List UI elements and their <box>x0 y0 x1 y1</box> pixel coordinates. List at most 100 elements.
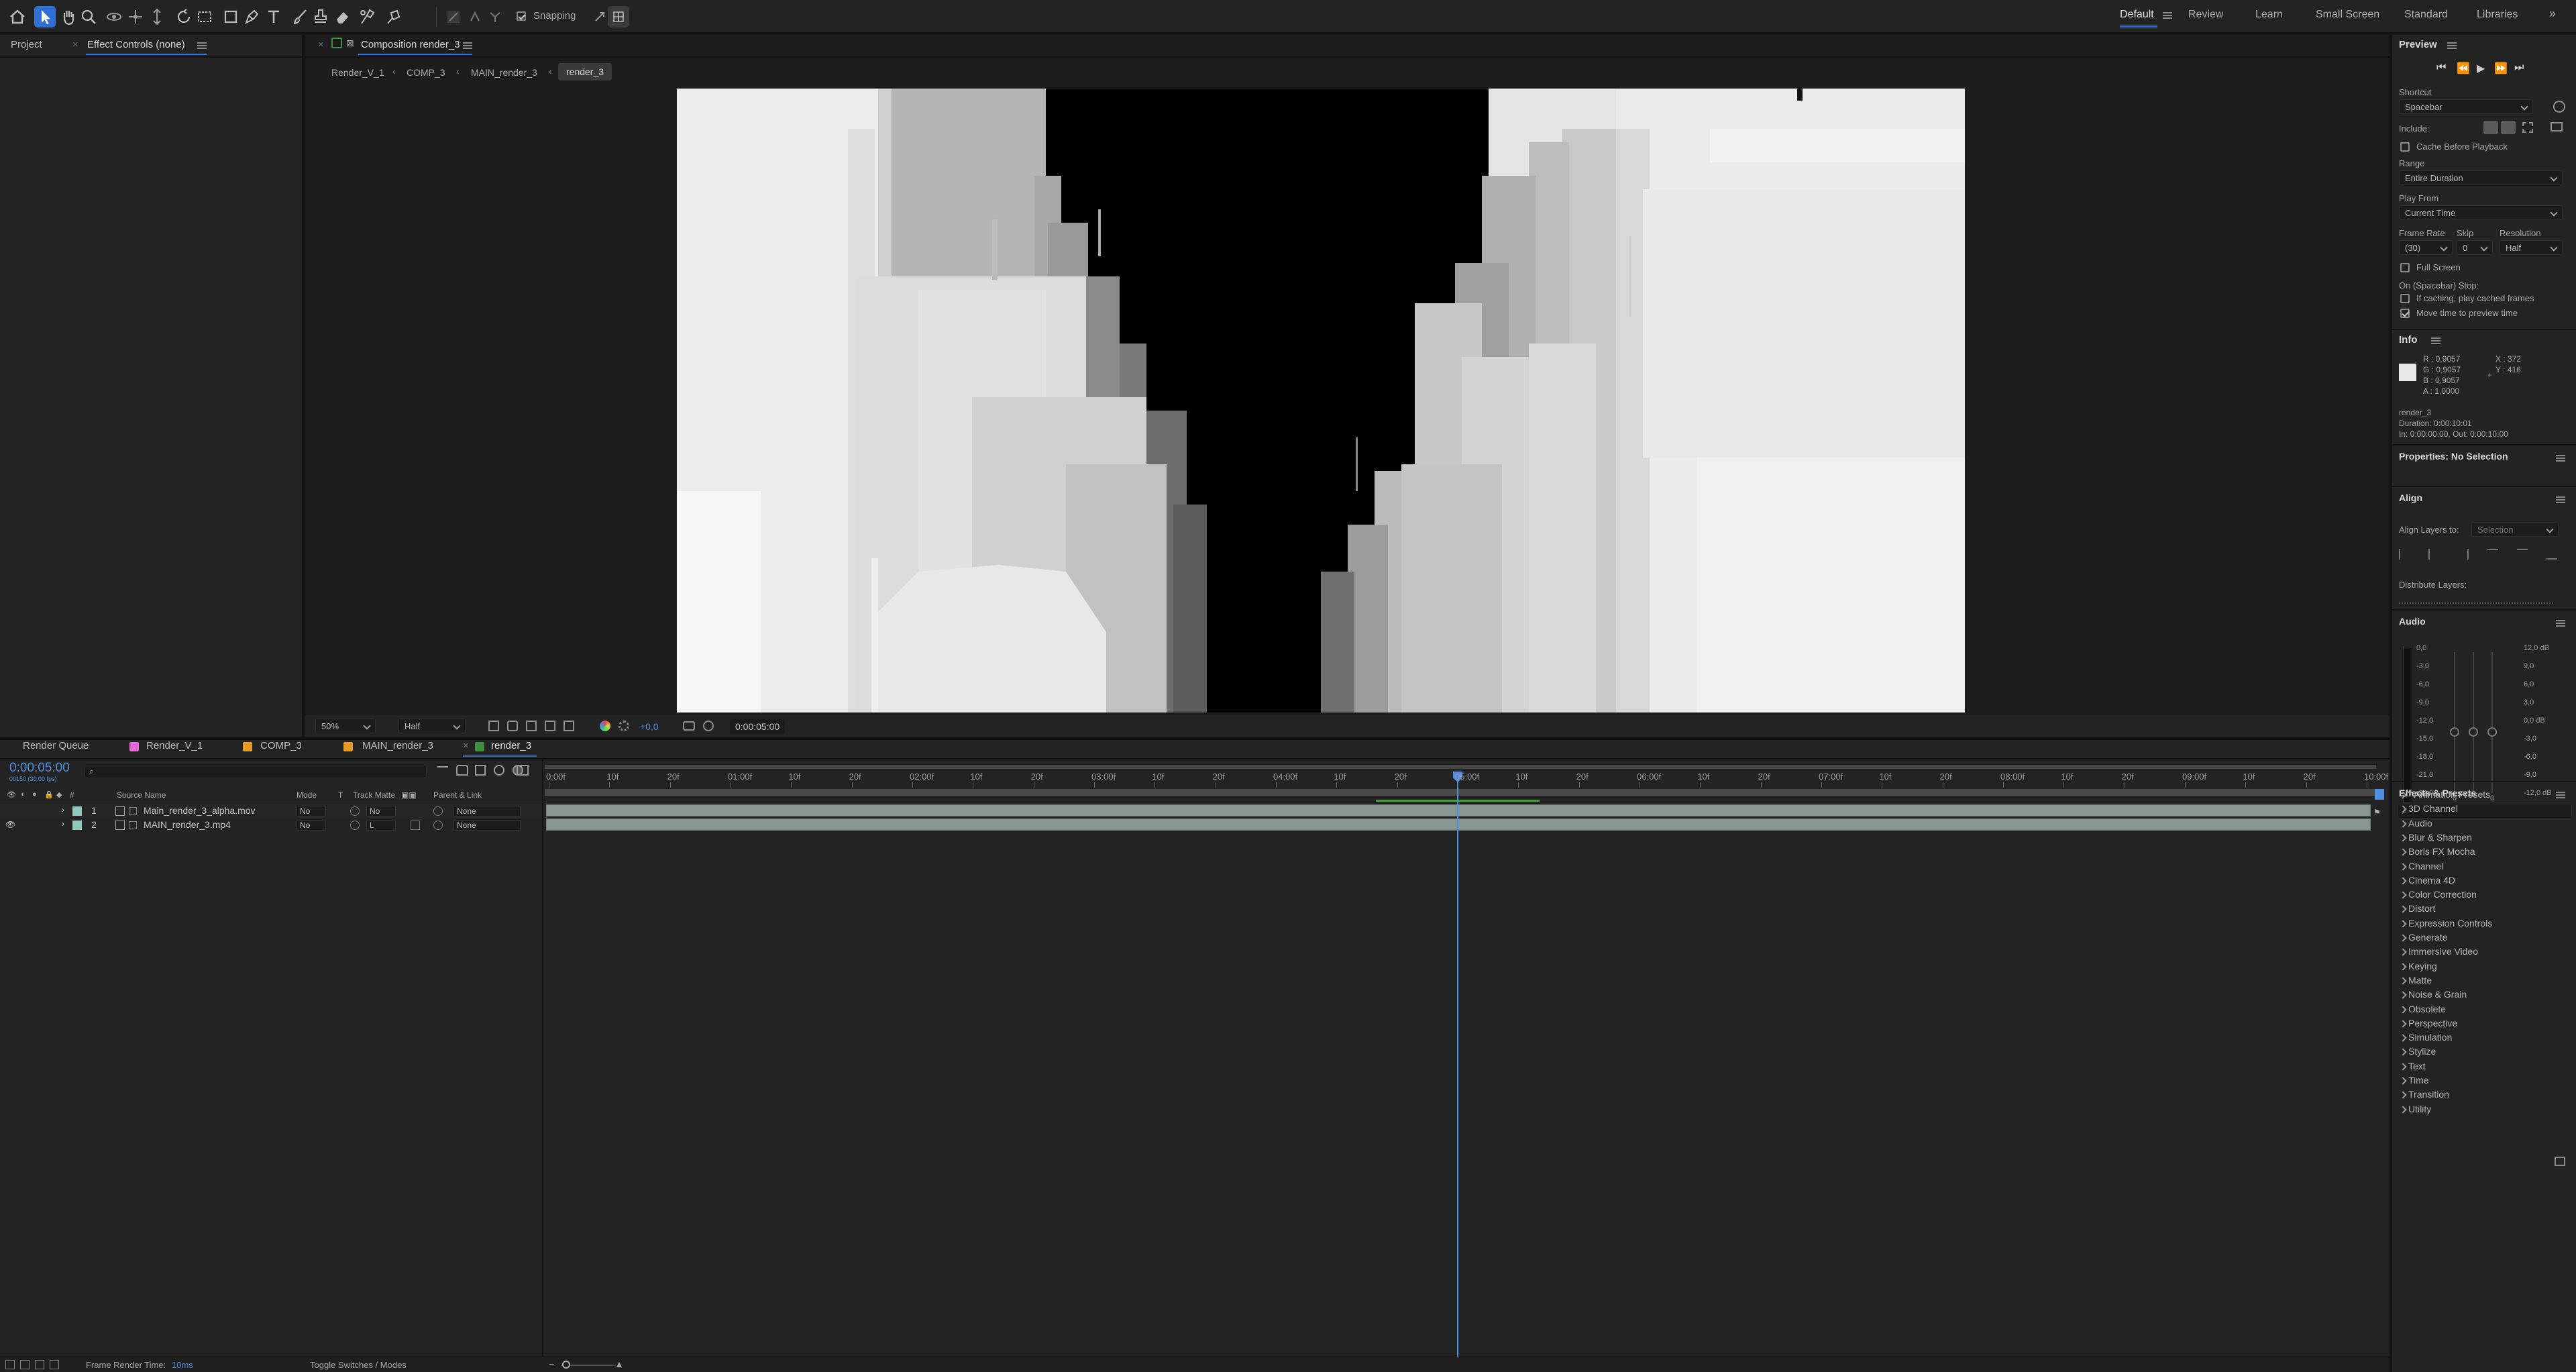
zoom-tool-icon[interactable] <box>78 6 99 28</box>
effects-category-item[interactable]: * Animation Presets <box>2408 789 2490 800</box>
previous-frame-icon[interactable]: ⏪ <box>2457 62 2470 75</box>
matte-link-icon[interactable] <box>411 821 420 830</box>
fast-previews-icon[interactable] <box>488 721 499 731</box>
table-row[interactable]: › 1 Main_render_3_alpha.mov No No None <box>0 804 542 818</box>
align-menu-icon[interactable] <box>2556 496 2565 503</box>
first-frame-icon[interactable]: ⏮ <box>2436 62 2446 74</box>
visibility-toggle[interactable] <box>5 806 15 815</box>
preserve-transparency-icon[interactable] <box>350 806 360 816</box>
pen-tool-icon[interactable] <box>241 6 262 28</box>
playhead-line[interactable] <box>1457 778 1458 1357</box>
graph-editor-icon[interactable] <box>517 765 529 776</box>
axis-world-icon[interactable] <box>464 6 486 28</box>
preview-menu-icon[interactable] <box>2447 42 2457 49</box>
audio-slider-left[interactable] <box>2450 727 2459 737</box>
align-vertical-center-icon[interactable] <box>2517 549 2528 560</box>
axis-view-icon[interactable] <box>484 6 506 28</box>
pick-whip-icon[interactable] <box>433 806 443 816</box>
distribute-icons[interactable] <box>2399 602 2553 606</box>
breadcrumb-item-comp3[interactable]: COMP_3 <box>407 67 445 78</box>
shortcut-dropdown[interactable]: Spacebar <box>2399 99 2533 114</box>
include-video-icon[interactable] <box>2483 121 2498 134</box>
tab-render-v1[interactable]: Render_V_1 <box>146 740 203 751</box>
tab-comp3[interactable]: COMP_3 <box>260 740 302 751</box>
guides-icon[interactable] <box>564 721 574 731</box>
effects-category-item[interactable]: Simulation <box>2408 1032 2452 1043</box>
magnification-dropdown[interactable]: 50% <box>315 719 376 733</box>
effects-category-item[interactable]: Keying <box>2408 961 2437 971</box>
brush-tool-icon[interactable] <box>290 6 311 28</box>
tab-render-queue[interactable]: Render Queue <box>23 740 89 751</box>
end-marker-icon[interactable] <box>2375 789 2384 800</box>
play-icon[interactable]: ▶ <box>2477 62 2485 75</box>
eye-icon[interactable]: 👁 <box>5 820 15 829</box>
reset-icon[interactable] <box>2553 101 2565 113</box>
composition-menu-icon[interactable] <box>463 42 472 49</box>
orbit-camera-icon[interactable] <box>103 6 125 28</box>
effects-category-item[interactable]: Distort <box>2408 903 2435 914</box>
align-left-icon[interactable] <box>2399 549 2410 560</box>
exposure-reset-icon[interactable] <box>619 721 629 731</box>
layer-name[interactable]: MAIN_render_3.mp4 <box>144 819 231 830</box>
expand-time-icon[interactable] <box>50 1360 59 1369</box>
hand-tool-icon[interactable] <box>58 6 79 28</box>
align-right-icon[interactable] <box>2458 549 2469 560</box>
include-audio-icon[interactable] <box>2501 121 2516 134</box>
effects-category-item[interactable]: Expression Controls <box>2408 918 2492 929</box>
layer-color-label[interactable] <box>72 821 82 830</box>
full-screen-checkbox[interactable] <box>2400 263 2410 272</box>
effects-category-item[interactable]: Audio <box>2408 818 2432 829</box>
preview-resolution-dropdown[interactable]: Half <box>2500 240 2563 255</box>
workspace-standard[interactable]: Standard <box>2404 9 2448 21</box>
effects-category-item[interactable]: Text <box>2408 1061 2426 1071</box>
frame-blending-icon[interactable] <box>494 765 504 776</box>
snapshot-camera-icon[interactable] <box>683 721 695 731</box>
tab-project[interactable]: Project <box>11 39 42 50</box>
workspace-default[interactable]: Default <box>2120 9 2154 21</box>
effects-category-item[interactable]: Generate <box>2408 932 2447 943</box>
composition-lock-icon[interactable] <box>331 38 342 48</box>
layer-color-label[interactable] <box>72 806 82 816</box>
tab-main-render3[interactable]: MAIN_render_3 <box>362 740 433 751</box>
current-time-display[interactable]: 0:00:05:00 <box>9 761 70 776</box>
effects-category-item[interactable]: Perspective <box>2408 1018 2457 1028</box>
breadcrumb-item-render3[interactable]: render_3 <box>558 63 612 81</box>
zoom-out-icon[interactable]: − <box>549 1359 554 1369</box>
solo-icon[interactable]: ● <box>32 790 37 798</box>
workspace-menu-icon[interactable] <box>2163 12 2172 19</box>
close-icon[interactable]: × <box>463 740 469 751</box>
lock-icon[interactable]: 🔒 <box>44 790 54 799</box>
info-menu-icon[interactable] <box>2431 337 2440 344</box>
selection-tool-icon[interactable] <box>34 6 56 28</box>
pick-whip-icon[interactable] <box>433 821 443 830</box>
include-overlay-icon[interactable] <box>2522 122 2533 133</box>
color-channel-icon[interactable] <box>600 721 610 731</box>
workspace-overflow-button[interactable]: » <box>2549 7 2556 21</box>
layer-bar[interactable] <box>546 804 2371 816</box>
camera-track-icon[interactable] <box>194 6 215 28</box>
effects-category-item[interactable]: Cinema 4D <box>2408 875 2455 886</box>
roto-brush-icon[interactable] <box>356 6 378 28</box>
chevron-right-icon[interactable]: › <box>62 805 64 814</box>
composition-timecode[interactable]: 0:00:05:00 <box>730 719 786 734</box>
effects-category-item[interactable]: Boris FX Mocha <box>2408 846 2475 857</box>
next-frame-icon[interactable]: ⏩ <box>2494 62 2508 75</box>
render-time-icon[interactable] <box>5 1360 15 1369</box>
effects-category-item[interactable]: Channel <box>2408 861 2443 872</box>
external-monitor-icon[interactable] <box>2551 122 2563 131</box>
toggle-switches-modes-button[interactable]: Toggle Switches / Modes <box>310 1360 407 1370</box>
zoom-slider-handle[interactable] <box>562 1361 570 1369</box>
workspace-small-screen[interactable]: Small Screen <box>2316 9 2379 21</box>
pan-camera-icon[interactable] <box>125 6 146 28</box>
effects-category-item[interactable]: Noise & Grain <box>2408 989 2467 1000</box>
cache-before-playback-checkbox[interactable] <box>2400 142 2410 152</box>
align-horizontal-center-icon[interactable] <box>2428 549 2439 560</box>
effects-category-item[interactable]: Stylize <box>2408 1046 2436 1057</box>
work-area-bar[interactable] <box>545 765 2376 769</box>
clone-stamp-icon[interactable] <box>310 6 331 28</box>
rotate-tool-icon[interactable] <box>173 6 195 28</box>
audio-slider-master[interactable] <box>2487 727 2497 737</box>
breadcrumb-item-main-render3[interactable]: MAIN_render_3 <box>471 67 537 78</box>
audio-speaker-icon[interactable]: ◖ <box>20 790 25 798</box>
effects-category-item[interactable]: Time <box>2408 1075 2429 1086</box>
